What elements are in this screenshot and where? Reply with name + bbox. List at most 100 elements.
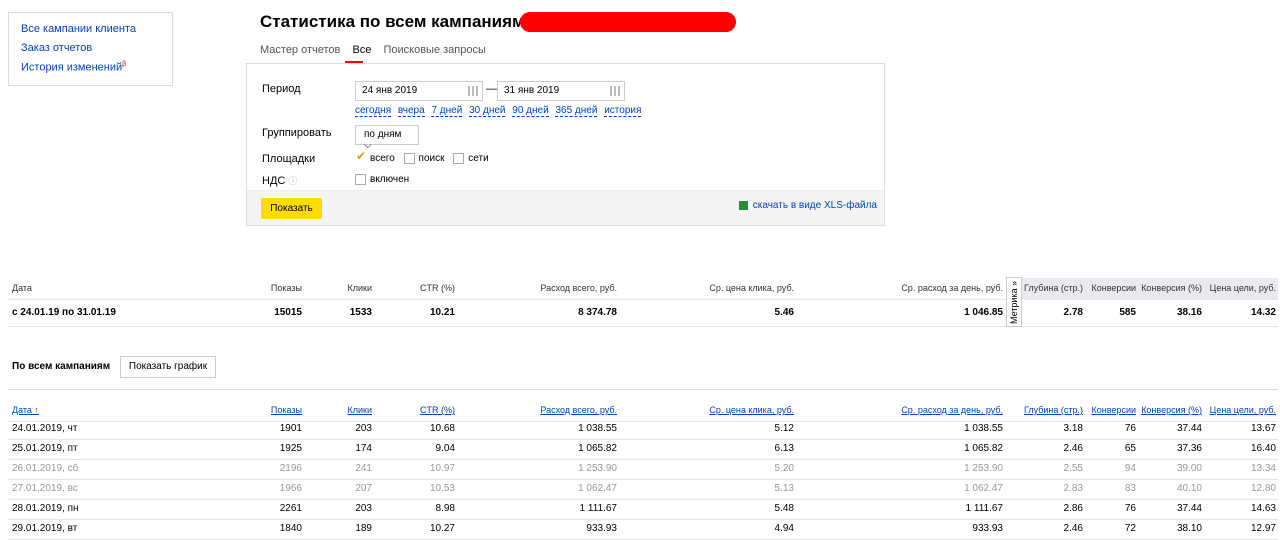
cell-date: 28.01.2019, пн (12, 503, 79, 514)
metrika-toggle[interactable]: Метрика » (1006, 277, 1022, 327)
cell-goal-cost: 14.63 (1250, 503, 1276, 514)
cell-avg-daily-cost: 1 253.90 (964, 463, 1003, 474)
beta-badge: β (122, 61, 127, 68)
group-by-select[interactable]: по дням ⌵ (355, 125, 419, 151)
summary-ctr: 10.21 (429, 307, 455, 318)
sort-conversions-link[interactable]: Конверсии (1092, 400, 1136, 421)
cell-clicks: 203 (355, 503, 372, 514)
table-row: 24.01.2019, чт 1901 203 10.68 1 038.55 5.12 1 … (8, 419, 1278, 440)
nav-change-history-link[interactable]: История измененийβ (21, 61, 160, 74)
tab-all[interactable]: Все (352, 44, 371, 56)
cell-ctr: 10.97 (429, 463, 455, 474)
cell-conversions: 94 (1124, 463, 1136, 474)
date-from-input[interactable]: 24 янв 2019 (355, 81, 483, 101)
period-30-days-link[interactable]: 30 дней (469, 105, 506, 117)
period-90-days-link[interactable]: 90 дней (512, 105, 549, 117)
cell-avg-cpc: 6.13 (774, 443, 794, 454)
cell-date: 26.01.2019, сб (12, 463, 79, 474)
cell-clicks: 189 (355, 523, 372, 534)
filter-panel-footer: Показать скачать в виде XLS-файла (247, 190, 884, 225)
platform-networks-checkbox[interactable] (453, 153, 465, 164)
sort-clicks-link[interactable]: Клики (348, 400, 373, 421)
group-label: Группировать (262, 127, 332, 139)
cell-conversions: 83 (1124, 483, 1136, 494)
cell-ctr: 10.27 (429, 523, 455, 534)
help-icon[interactable]: ⓘ (288, 176, 297, 186)
sort-ctr-link[interactable]: CTR (%) (420, 400, 455, 421)
col-ctr: CTR (%) (420, 283, 455, 293)
table-row: 27.01.2019, вс 1966 207 10.53 1 062.47 5.13 1 … (8, 479, 1278, 500)
sort-avg-cpc-link[interactable]: Ср. цена клика, руб. (709, 400, 794, 421)
cell-goal-cost: 13.67 (1250, 423, 1276, 434)
col-avg-daily-cost: Ср. расход за день, руб. (901, 283, 1003, 293)
cell-depth: 2.46 (1063, 443, 1083, 454)
vat-checkbox-group: включен (355, 174, 415, 185)
table-row: 29.01.2019, вт 1840 189 10.27 933.93 4.94 933.… (8, 519, 1278, 540)
cell-clicks: 207 (355, 483, 372, 494)
platform-all-checkbox[interactable] (355, 149, 366, 164)
cell-total-cost: 1 065.82 (578, 443, 617, 454)
cell-clicks: 174 (355, 443, 372, 454)
cell-impressions: 1966 (279, 483, 302, 494)
cell-goal-cost: 16.40 (1250, 443, 1276, 454)
platform-search-checkbox[interactable] (403, 153, 415, 164)
cell-date: 24.01.2019, чт (12, 423, 78, 434)
vat-label: НДС ⓘ (262, 175, 298, 187)
col-date: Дата (12, 283, 32, 293)
cell-avg-cpc: 5.12 (774, 423, 794, 434)
cell-total-cost: 1 253.90 (578, 463, 617, 474)
cell-conversions: 76 (1124, 423, 1136, 434)
download-xls-link[interactable]: скачать в виде XLS-файла (738, 200, 877, 211)
nav-all-campaigns-link[interactable]: Все кампании клиента (21, 23, 160, 35)
sort-depth-link[interactable]: Глубина (стр.) (1024, 400, 1083, 421)
sort-avg-daily-cost-link[interactable]: Ср. расход за день, руб. (901, 400, 1003, 421)
period-7-days-link[interactable]: 7 дней (431, 105, 463, 117)
calendar-icon[interactable] (610, 86, 620, 96)
period-yesterday-link[interactable]: вчера (397, 105, 425, 117)
col-conversion-rate: Конверсия (%) (1141, 283, 1202, 293)
table-row: 28.01.2019, пн 2261 203 8.98 1 111.67 5.48 1 1… (8, 499, 1278, 520)
show-button[interactable]: Показать (261, 198, 322, 219)
date-to-input[interactable]: 31 янв 2019 (497, 81, 625, 101)
sort-date-link[interactable]: Дата ↑ (12, 400, 39, 421)
tab-report-wizard[interactable]: Мастер отчетов (260, 44, 340, 56)
col-goal-cost: Цена цели, руб. (1209, 283, 1276, 293)
cell-conversion-rate: 39.00 (1176, 463, 1202, 474)
cell-date: 25.01.2019, пт (12, 443, 78, 454)
period-today-link[interactable]: сегодня (355, 105, 392, 117)
cell-conversions: 76 (1124, 503, 1136, 514)
cell-depth: 3.18 (1063, 423, 1083, 434)
section-divider (8, 389, 1278, 390)
sort-goal-cost-link[interactable]: Цена цели, руб. (1210, 400, 1276, 421)
sort-conversion-rate-link[interactable]: Конверсия (%) (1141, 400, 1202, 421)
sort-total-cost-link[interactable]: Расход всего, руб. (540, 400, 617, 421)
summary-impressions: 15015 (274, 307, 302, 318)
cell-date: 27.01.2019, вс (12, 483, 78, 494)
cell-avg-cpc: 5.20 (774, 463, 794, 474)
cell-impressions: 2196 (279, 463, 302, 474)
nav-order-reports-link[interactable]: Заказ отчетов (21, 42, 160, 54)
cell-impressions: 1840 (279, 523, 302, 534)
summary-header-row: Дата Показы Клики CTR (%) Расход всего, … (8, 278, 1278, 300)
excel-icon (738, 200, 748, 210)
col-clicks: Клики (347, 283, 373, 293)
cell-goal-cost: 12.97 (1250, 523, 1276, 534)
cell-ctr: 10.68 (429, 423, 455, 434)
cell-depth: 2.86 (1063, 503, 1083, 514)
table-row: 25.01.2019, пт 1925 174 9.04 1 065.82 6.13 1 0… (8, 439, 1278, 460)
redacted-client-name (520, 12, 736, 32)
cell-conversion-rate: 38.10 (1176, 523, 1202, 534)
vat-included-checkbox[interactable] (355, 174, 366, 185)
sort-impressions-link[interactable]: Показы (271, 400, 302, 421)
cell-conversions: 72 (1124, 523, 1136, 534)
period-365-days-link[interactable]: 365 дней (555, 105, 598, 117)
cell-impressions: 2261 (279, 503, 302, 514)
cell-avg-daily-cost: 1 065.82 (964, 443, 1003, 454)
show-graph-button[interactable]: Показать график (120, 356, 216, 378)
col-total-cost: Расход всего, руб. (540, 283, 617, 293)
cell-total-cost: 933.93 (586, 523, 617, 534)
tab-search-queries[interactable]: Поисковые запросы (383, 44, 485, 56)
period-history-link[interactable]: история (604, 105, 642, 117)
calendar-icon[interactable] (468, 86, 478, 96)
cell-avg-daily-cost: 933.93 (972, 523, 1003, 534)
